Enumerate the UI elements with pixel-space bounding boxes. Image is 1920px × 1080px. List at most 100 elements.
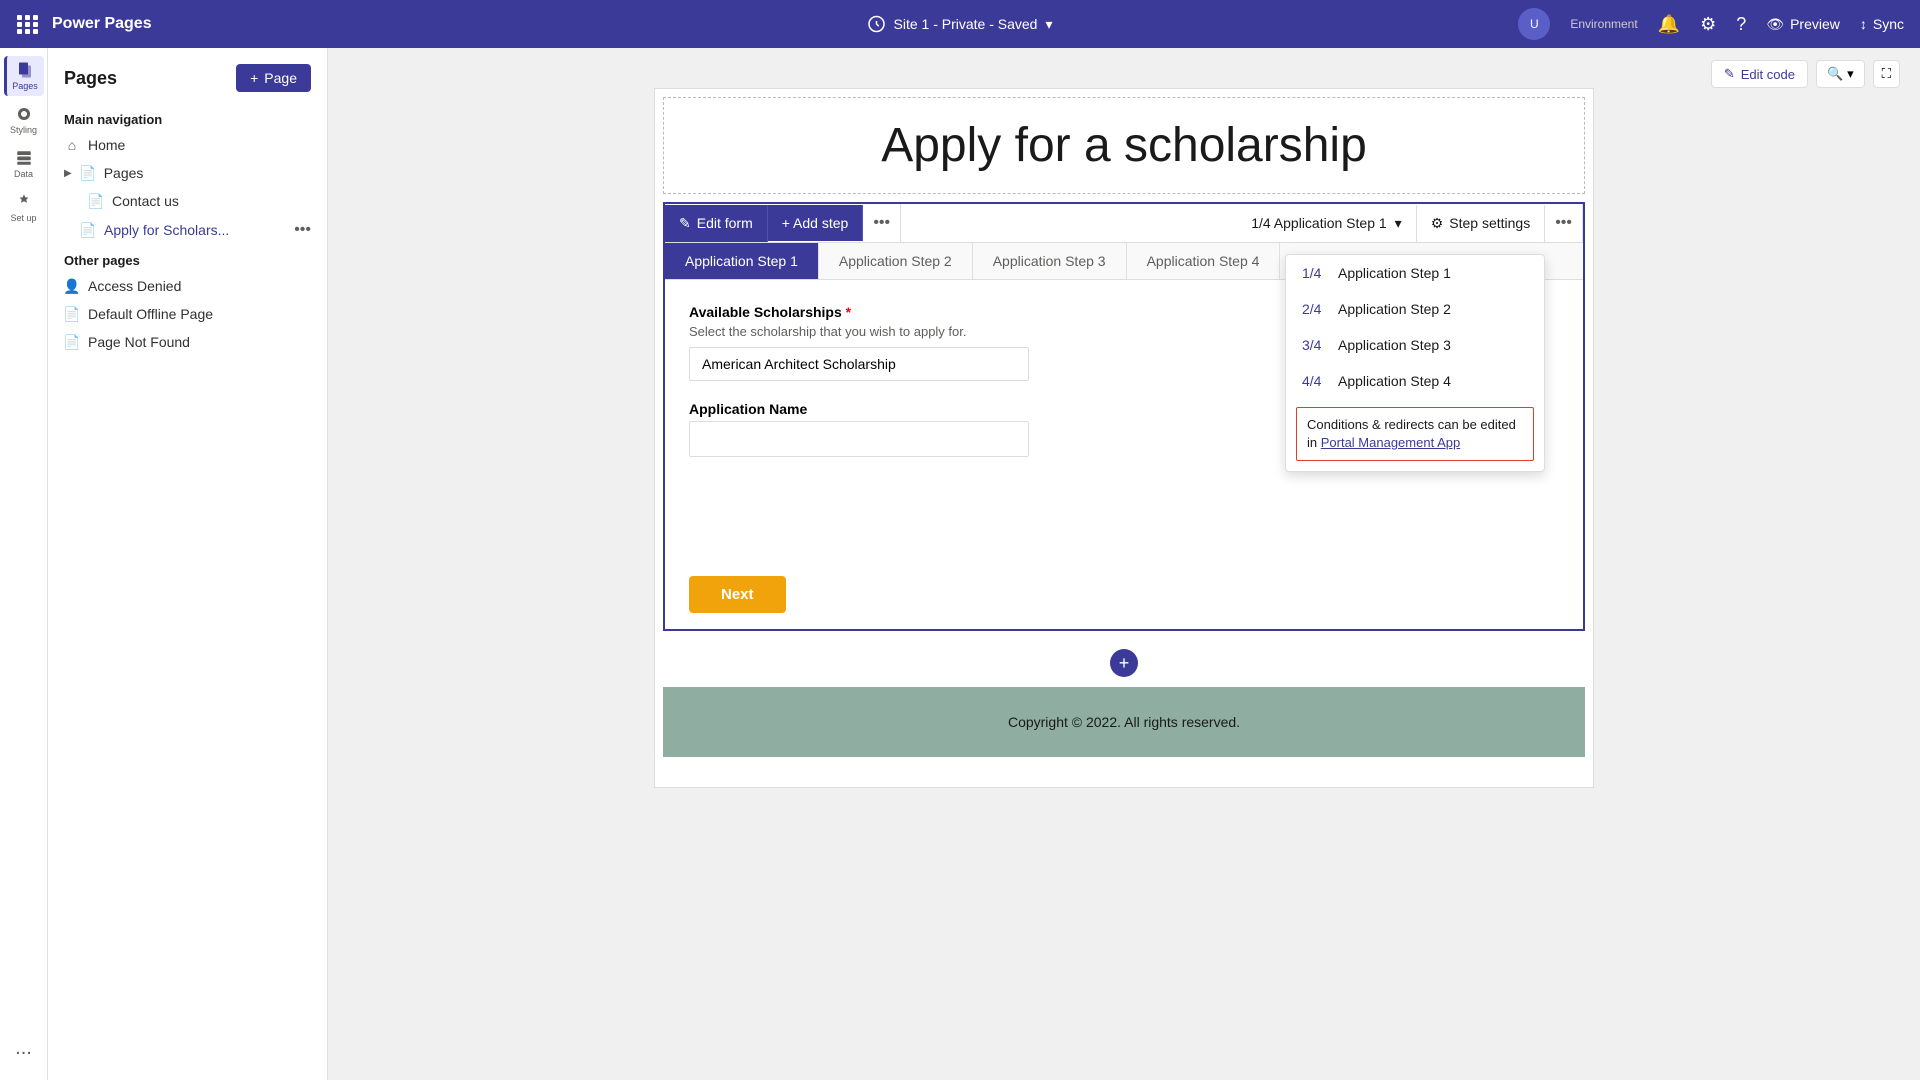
- sidebar-item-pages[interactable]: Pages: [4, 56, 44, 96]
- step-3-num: 3/4: [1302, 337, 1330, 353]
- nav-item-apply-label: Apply for Scholars...: [104, 222, 229, 238]
- setup-icon: [15, 193, 33, 211]
- dropdown-step-2[interactable]: 2/4 Application Step 2: [1286, 291, 1544, 327]
- step-tab-3[interactable]: Application Step 3: [973, 243, 1127, 279]
- step-settings-button[interactable]: ⚙ Step settings: [1417, 205, 1546, 242]
- copyright-text: Copyright © 2022. All rights reserved.: [1008, 714, 1240, 730]
- more-label: ...: [15, 1037, 32, 1060]
- application-name-input[interactable]: [689, 421, 1029, 457]
- apply-page-icon: 📄: [80, 222, 96, 238]
- sync-icon: ↕: [1860, 16, 1867, 32]
- sidebar-item-data[interactable]: Data: [4, 144, 44, 184]
- sidebar-item-more[interactable]: ...: [4, 1028, 44, 1068]
- add-section-row: +: [655, 639, 1593, 687]
- top-nav: Power Pages Site 1 - Private - Saved ▾ U…: [0, 0, 1920, 48]
- form-toolbar-left: ✎ Edit form + Add step •••: [665, 204, 901, 242]
- apply-more-button[interactable]: •••: [294, 221, 311, 239]
- dropdown-step-1[interactable]: 1/4 Application Step 1: [1286, 255, 1544, 291]
- main-nav-title: Main navigation: [48, 104, 327, 131]
- step-2-num: 2/4: [1302, 301, 1330, 317]
- sync-label: Sync: [1873, 16, 1904, 32]
- page-canvas: Apply for a scholarship ✎ Edit form + Ad…: [654, 88, 1594, 788]
- nav-item-access-denied-label: Access Denied: [88, 278, 181, 294]
- scholarship-select[interactable]: [689, 347, 1029, 381]
- nav-item-pages[interactable]: ▶ 📄 Pages: [48, 159, 327, 187]
- nav-item-access-denied[interactable]: 👤 Access Denied: [48, 272, 327, 300]
- site-dropdown-icon[interactable]: ▾: [1045, 16, 1052, 33]
- step-tab-1[interactable]: Application Step 1: [665, 243, 819, 279]
- site-icon: [868, 15, 886, 33]
- waffle-menu[interactable]: [16, 12, 40, 36]
- main-layout: Pages Styling Data Set up ... Pages + Pa…: [0, 48, 1920, 1080]
- expand-icon: ▶: [64, 168, 72, 179]
- pages-panel: Pages + Page Main navigation ⌂ Home ▶ 📄 …: [48, 48, 328, 1080]
- zoom-button[interactable]: 🔍 ▾: [1816, 60, 1865, 88]
- nav-item-offline[interactable]: 📄 Default Offline Page: [48, 300, 327, 328]
- sidebar-item-styling[interactable]: Styling: [4, 100, 44, 140]
- zoom-dropdown-icon: ▾: [1847, 66, 1854, 82]
- step-4-label: Application Step 4: [1338, 373, 1451, 389]
- step-2-label: Application Step 2: [1338, 301, 1451, 317]
- nav-item-not-found[interactable]: 📄 Page Not Found: [48, 328, 327, 356]
- step-more-icon: •••: [1555, 214, 1572, 231]
- content-area: ✎ Edit code 🔍 ▾ ⛶ Apply for a scholarshi…: [328, 48, 1920, 1080]
- sidebar-item-setup[interactable]: Set up: [4, 188, 44, 228]
- nav-item-apply[interactable]: 📄 Apply for Scholars... •••: [48, 215, 327, 245]
- dropdown-step-3[interactable]: 3/4 Application Step 3: [1286, 327, 1544, 363]
- step-nav-label: 1/4 Application Step 1: [1251, 215, 1386, 231]
- step-tab-4-label: Application Step 4: [1147, 253, 1260, 269]
- edit-form-button[interactable]: ✎ Edit form: [665, 205, 768, 242]
- add-page-label: Page: [264, 70, 297, 86]
- sync-button[interactable]: ↕ Sync: [1860, 16, 1904, 32]
- preview-button[interactable]: 👁 Preview: [1766, 16, 1840, 33]
- not-found-icon: 📄: [64, 334, 80, 350]
- add-page-button[interactable]: + Page: [236, 64, 311, 92]
- page-header-section: Apply for a scholarship: [663, 97, 1585, 194]
- form-toolbar-right: 1/4 Application Step 1 ▾ ⚙ Step settings…: [1237, 204, 1583, 242]
- data-label: Data: [14, 169, 33, 179]
- form-more-icon: •••: [873, 214, 890, 231]
- add-section-button[interactable]: +: [1110, 649, 1138, 677]
- step-dropdown: 1/4 Application Step 1 2/4 Application S…: [1285, 254, 1545, 472]
- add-step-label: + Add step: [782, 215, 849, 231]
- step-tab-4[interactable]: Application Step 4: [1127, 243, 1281, 279]
- step-1-label: Application Step 1: [1338, 265, 1451, 281]
- site-footer: Copyright © 2022. All rights reserved.: [663, 687, 1585, 757]
- step-more-button[interactable]: •••: [1545, 204, 1583, 242]
- dropdown-step-4[interactable]: 4/4 Application Step 4: [1286, 363, 1544, 399]
- offline-page-icon: 📄: [64, 306, 80, 322]
- avatar[interactable]: U: [1518, 8, 1550, 40]
- data-icon: [15, 149, 33, 167]
- pages-panel-header: Pages + Page: [48, 48, 327, 104]
- next-button[interactable]: Next: [689, 576, 786, 613]
- nav-item-home-label: Home: [88, 137, 125, 153]
- edit-code-button[interactable]: ✎ Edit code: [1711, 60, 1808, 88]
- step-nav-button[interactable]: 1/4 Application Step 1 ▾: [1237, 205, 1416, 242]
- fullscreen-icon: ⛶: [1882, 66, 1891, 81]
- preview-icon: 👁: [1766, 16, 1784, 33]
- portal-mgmt-link[interactable]: Portal Management App: [1321, 435, 1460, 450]
- fullscreen-button[interactable]: ⛶: [1873, 60, 1900, 88]
- env-label: Environment: [1570, 17, 1637, 31]
- bell-icon[interactable]: 🔔: [1658, 14, 1680, 35]
- nav-item-home[interactable]: ⌂ Home: [48, 131, 327, 159]
- step-4-num: 4/4: [1302, 373, 1330, 389]
- zoom-icon: 🔍: [1827, 66, 1843, 82]
- edit-code-icon: ✎: [1724, 66, 1735, 82]
- add-page-plus-icon: +: [250, 70, 258, 86]
- form-more-button[interactable]: •••: [863, 204, 901, 242]
- nav-item-contact[interactable]: 📄 Contact us: [48, 187, 327, 215]
- page-title: Apply for a scholarship: [684, 118, 1564, 173]
- step-tab-2[interactable]: Application Step 2: [819, 243, 973, 279]
- nav-item-contact-label: Contact us: [112, 193, 179, 209]
- required-star: *: [846, 304, 851, 320]
- help-icon[interactable]: ?: [1736, 14, 1746, 35]
- pages-panel-title: Pages: [64, 68, 117, 89]
- form-section: ✎ Edit form + Add step ••• 1/4 Applicati…: [663, 202, 1585, 631]
- step-1-num: 1/4: [1302, 265, 1330, 281]
- form-toolbar: ✎ Edit form + Add step ••• 1/4 Applicati…: [665, 204, 1583, 243]
- add-step-button[interactable]: + Add step: [768, 205, 864, 241]
- app-title: Power Pages: [52, 15, 152, 33]
- gear-icon[interactable]: ⚙: [1700, 14, 1716, 35]
- step-settings-label: Step settings: [1449, 215, 1530, 231]
